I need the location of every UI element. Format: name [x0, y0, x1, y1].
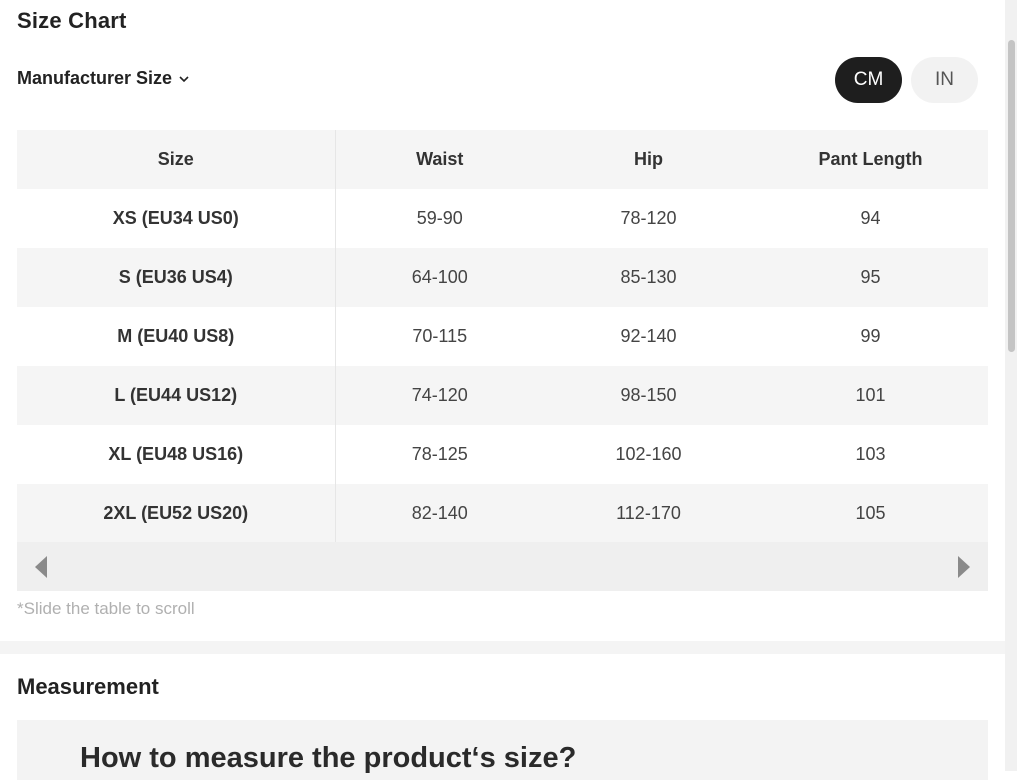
- manufacturer-size-dropdown[interactable]: Manufacturer Size: [17, 68, 190, 89]
- pant-length-cell: 95: [753, 248, 988, 307]
- scroll-hint: *Slide the table to scroll: [17, 599, 195, 618]
- pant-length-cell: 101: [753, 366, 988, 425]
- column-header-pant-length: Pant Length: [753, 130, 988, 189]
- column-header-hip: Hip: [544, 130, 753, 189]
- unit-toggle: CM IN: [835, 57, 978, 103]
- waist-cell: 59-90: [416, 208, 463, 228]
- triangle-left-icon[interactable]: [35, 556, 47, 578]
- unit-in-button[interactable]: IN: [911, 57, 978, 103]
- manufacturer-size-label: Manufacturer Size: [17, 68, 173, 88]
- size-chart-panel: Size Chart Manufacturer Size CM IN Size …: [0, 0, 1005, 780]
- unit-cm-button[interactable]: CM: [835, 57, 902, 103]
- chevron-down-icon: [179, 75, 189, 82]
- measurement-title: Measurement: [17, 674, 159, 699]
- hip-cell: 112-170: [544, 484, 753, 543]
- size-cell: M (EU40 US8): [17, 307, 336, 366]
- hip-cell: 92-140: [620, 326, 677, 346]
- size-cell: 2XL (EU52 US20): [17, 484, 336, 543]
- table-header-row: Size Waist Hip Pant Length: [17, 130, 988, 189]
- table-row: XL (EU48 US16) 78-125 102-160 103: [17, 425, 988, 484]
- size-table: Size Waist Hip Pant Length XS (EU34 US0)…: [17, 130, 988, 543]
- waist-cell: 82-140: [335, 484, 544, 543]
- table-row: M (EU40 US8) 70-115 92-140 99: [17, 307, 988, 366]
- hip-cell: 85-130: [544, 248, 753, 307]
- triangle-right-icon[interactable]: [958, 556, 970, 578]
- size-cell: S (EU36 US4): [17, 248, 336, 307]
- waist-cell: 78-125: [411, 444, 468, 464]
- section-divider: [0, 641, 1005, 654]
- size-cell: XL (EU48 US16): [17, 425, 336, 484]
- waist-cell: 74-120: [335, 366, 544, 425]
- scrollbar-thumb[interactable]: [1008, 40, 1015, 352]
- hip-cell: 98-150: [544, 366, 753, 425]
- pant-length-cell: 105: [753, 484, 988, 543]
- column-header-size: Size: [17, 130, 336, 189]
- size-cell: L (EU44 US12): [17, 366, 336, 425]
- table-row: 2XL (EU52 US20) 82-140 112-170 105: [17, 484, 988, 543]
- measurement-heading: How to measure the product‘s size?: [80, 742, 577, 774]
- waist-cell: 70-115: [412, 326, 468, 346]
- pant-length-cell: 103: [855, 444, 886, 464]
- hip-cell: 102-160: [615, 444, 682, 464]
- column-header-waist: Waist: [335, 130, 544, 189]
- size-cell: XS (EU34 US0): [17, 189, 336, 248]
- pant-length-cell: 99: [860, 326, 881, 346]
- pant-length-cell: 94: [860, 208, 881, 228]
- table-row: S (EU36 US4) 64-100 85-130 95: [17, 248, 988, 307]
- table-horizontal-scrollbar[interactable]: [17, 542, 988, 591]
- waist-cell: 64-100: [335, 248, 544, 307]
- table-row: L (EU44 US12) 74-120 98-150 101: [17, 366, 988, 425]
- vertical-scrollbar[interactable]: [1005, 0, 1017, 771]
- measurement-guide-image: How to measure the product‘s size?: [17, 720, 988, 780]
- hip-cell: 78-120: [620, 208, 677, 228]
- page-title: Size Chart: [17, 8, 127, 33]
- table-row: XS (EU34 US0) 59-90 78-120 94: [17, 189, 988, 248]
